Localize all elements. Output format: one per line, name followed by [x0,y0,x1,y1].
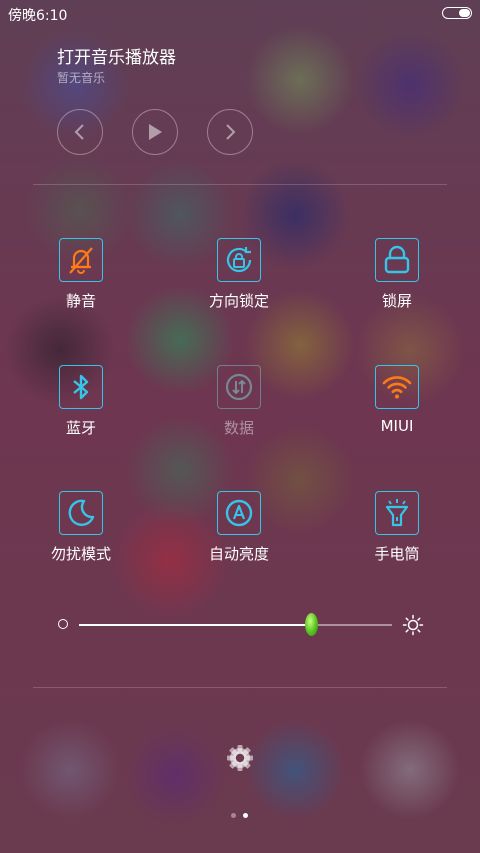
toggle-mobile-data[interactable]: 数据 [179,365,299,438]
play-button[interactable] [132,109,178,155]
music-status: 暂无音乐 [57,71,106,85]
toggle-wifi[interactable]: MIUI [337,365,457,435]
music-player-title[interactable]: 打开音乐播放器 [57,43,176,68]
toggle-rotation-lock[interactable]: 方向锁定 [179,238,299,311]
brightness-high-icon [402,614,424,636]
brightness-slider-thumb[interactable] [304,613,318,636]
brightness-slider-fill [79,624,311,626]
auto-brightness-icon [225,499,253,527]
moon-icon [68,499,95,526]
toggle-mute-label: 静音 [65,292,96,310]
toggle-mobile-data-label: 数据 [223,419,254,437]
toggle-lock-screen-label: 锁屏 [381,292,412,310]
brightness-low-icon [58,619,68,629]
next-button[interactable] [207,109,253,155]
flashlight-icon [385,499,409,527]
divider [33,687,447,688]
bell-off-icon [69,247,93,274]
bluetooth-icon [73,374,89,400]
play-icon [149,124,162,140]
page-indicator-dot [231,813,236,818]
toggle-auto-brightness-label: 自动亮度 [208,545,269,563]
lock-icon [384,245,410,274]
toggle-do-not-disturb[interactable]: 勿扰模式 [21,491,141,564]
battery-icon [442,7,472,19]
brightness-slider[interactable] [79,613,392,636]
previous-button[interactable] [57,109,103,155]
toggle-bluetooth-label: 蓝牙 [65,419,96,437]
status-bar: 傍晚6:10 [0,0,480,26]
toggle-do-not-disturb-label: 勿扰模式 [50,545,111,563]
mobile-data-icon [225,373,253,401]
toggle-mute[interactable]: 静音 [21,238,141,311]
toggle-wifi-label: MIUI [380,417,414,435]
toggle-flashlight-label: 手电筒 [374,545,420,563]
toggle-flashlight[interactable]: 手电筒 [337,491,457,564]
toggle-rotation-lock-label: 方向锁定 [208,292,269,310]
toggle-lock-screen[interactable]: 锁屏 [337,238,457,311]
status-time: 傍晚6:10 [8,8,68,24]
wifi-icon [382,376,412,399]
toggle-auto-brightness[interactable]: 自动亮度 [179,491,299,564]
toggle-bluetooth[interactable]: 蓝牙 [21,365,141,438]
gear-icon[interactable] [226,744,254,772]
page-indicator-dot-active [243,813,248,818]
rotation-lock-icon [226,247,252,273]
divider [33,184,447,185]
previous-icon [74,124,84,140]
next-icon [226,124,236,140]
